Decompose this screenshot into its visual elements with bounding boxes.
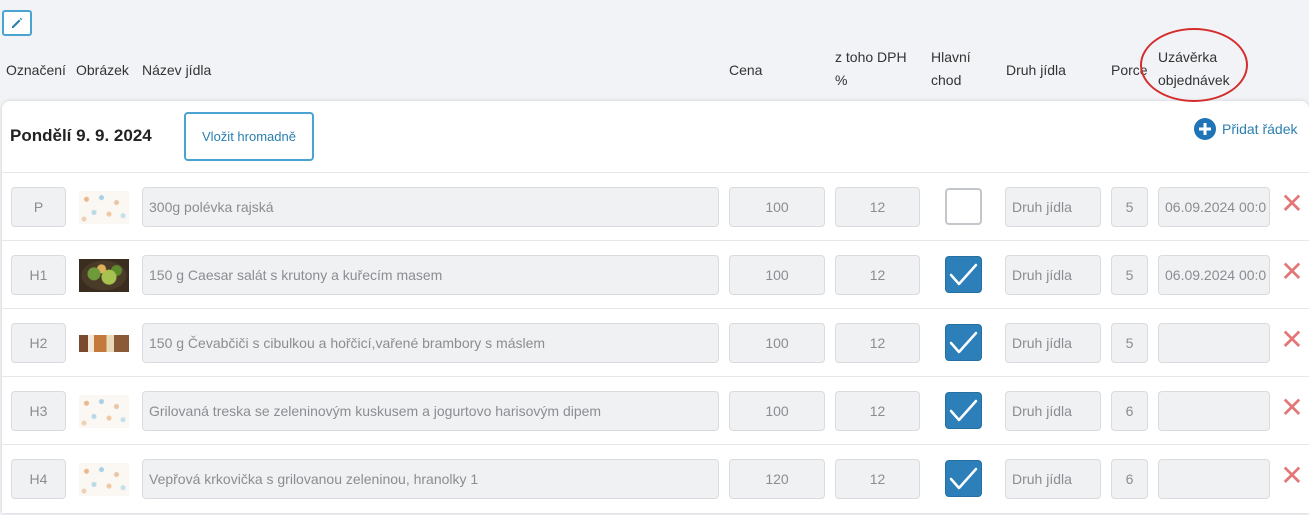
price-field[interactable]: 100	[729, 187, 825, 227]
header-main-course: Hlavní chod	[931, 49, 971, 88]
header-deadline: Uzávěrka objednávek	[1158, 49, 1230, 88]
code-field[interactable]: H3	[11, 391, 66, 431]
delete-row-icon[interactable]: ✕	[1280, 394, 1304, 422]
vat-field[interactable]: 12	[835, 323, 920, 363]
main-course-checkbox[interactable]	[945, 256, 982, 293]
checkmark-icon	[949, 263, 978, 286]
header-type: Druh jídla	[1006, 62, 1066, 78]
dish-image[interactable]	[79, 191, 129, 224]
code-field[interactable]: H2	[11, 323, 66, 363]
dish-type-field[interactable]: Druh jídla	[1005, 459, 1101, 499]
delete-row-icon[interactable]: ✕	[1280, 326, 1304, 354]
header-price: Cena	[729, 62, 763, 78]
dish-name-field[interactable]: 300g polévka rajská	[142, 187, 719, 227]
delete-row-icon[interactable]: ✕	[1280, 258, 1304, 286]
order-deadline-field[interactable]: 06.09.2024 00:0	[1158, 255, 1270, 295]
bulk-insert-button[interactable]: Vložit hromadně	[184, 112, 314, 161]
dish-image[interactable]	[79, 395, 129, 428]
portions-field[interactable]: 5	[1111, 187, 1148, 227]
code-field[interactable]: H1	[11, 255, 66, 295]
code-field[interactable]: P	[11, 187, 66, 227]
header-image: Obrázek	[76, 62, 129, 78]
table-row: H4 Vepřová krkovička s grilovanou zelenin…	[0, 445, 1309, 513]
order-deadline-field[interactable]	[1158, 323, 1270, 363]
header-name: Název jídla	[142, 62, 212, 78]
vat-field[interactable]: 12	[835, 255, 920, 295]
table-row: H1 150 g Caesar salát s krutony a kuřecím…	[0, 241, 1309, 309]
portions-field[interactable]: 5	[1111, 255, 1148, 295]
checkmark-icon	[949, 399, 978, 422]
portions-field[interactable]: 6	[1111, 459, 1148, 499]
add-row-label: Přidat řádek	[1222, 121, 1298, 137]
vat-field[interactable]: 12	[835, 187, 920, 227]
portions-field[interactable]: 6	[1111, 391, 1148, 431]
dish-name-field[interactable]: 150 g Caesar salát s krutony a kuřecím m…	[142, 255, 719, 295]
price-field[interactable]: 100	[729, 255, 825, 295]
pencil-icon	[12, 17, 23, 28]
dish-image[interactable]	[79, 259, 129, 292]
header-vat: z toho DPH %	[835, 49, 907, 88]
table-row: H3 Grilovaná treska se zeleninovým kuskus…	[0, 377, 1309, 445]
dish-image[interactable]	[79, 335, 129, 352]
table-row: H2 150 g Čevabčiči s cibulkou a hořčicí,v…	[0, 309, 1309, 377]
dish-name-field[interactable]: 150 g Čevabčiči s cibulkou a hořčicí,vař…	[142, 323, 719, 363]
checkmark-icon	[949, 467, 978, 490]
header-portions: Porce	[1111, 62, 1148, 78]
dish-type-field[interactable]: Druh jídla	[1005, 391, 1101, 431]
vat-field[interactable]: 12	[835, 391, 920, 431]
delete-row-icon[interactable]: ✕	[1280, 190, 1304, 218]
vat-field[interactable]: 12	[835, 459, 920, 499]
price-field[interactable]: 100	[729, 323, 825, 363]
edit-button[interactable]	[2, 10, 32, 36]
price-field[interactable]: 100	[729, 391, 825, 431]
dish-name-field[interactable]: Grilovaná treska se zeleninovým kuskusem…	[142, 391, 719, 431]
header-code: Označení	[6, 62, 66, 78]
order-deadline-field[interactable]	[1158, 459, 1270, 499]
main-course-checkbox[interactable]	[945, 188, 982, 225]
dish-type-field[interactable]: Druh jídla	[1005, 255, 1101, 295]
delete-row-icon[interactable]: ✕	[1280, 462, 1304, 490]
dish-type-field[interactable]: Druh jídla	[1005, 187, 1101, 227]
price-field[interactable]: 120	[729, 459, 825, 499]
plus-circle-icon	[1194, 118, 1216, 140]
day-title: Pondělí 9. 9. 2024	[10, 126, 152, 145]
code-field[interactable]: H4	[11, 459, 66, 499]
add-row-button[interactable]: Přidat řádek	[1194, 117, 1297, 141]
table-row: P 300g polévka rajská 100 12 Druh jídla 5 06.0…	[0, 173, 1309, 241]
order-deadline-field[interactable]	[1158, 391, 1270, 431]
main-course-checkbox[interactable]	[945, 324, 982, 361]
checkmark-icon	[949, 331, 978, 354]
portions-field[interactable]: 5	[1111, 323, 1148, 363]
main-course-checkbox[interactable]	[945, 392, 982, 429]
dish-type-field[interactable]: Druh jídla	[1005, 323, 1101, 363]
main-course-checkbox[interactable]	[945, 460, 982, 497]
order-deadline-field[interactable]: 06.09.2024 00:0	[1158, 187, 1270, 227]
dish-name-field[interactable]: Vepřová krkovička s grilovanou zeleninou…	[142, 459, 719, 499]
dish-image[interactable]	[79, 463, 129, 496]
